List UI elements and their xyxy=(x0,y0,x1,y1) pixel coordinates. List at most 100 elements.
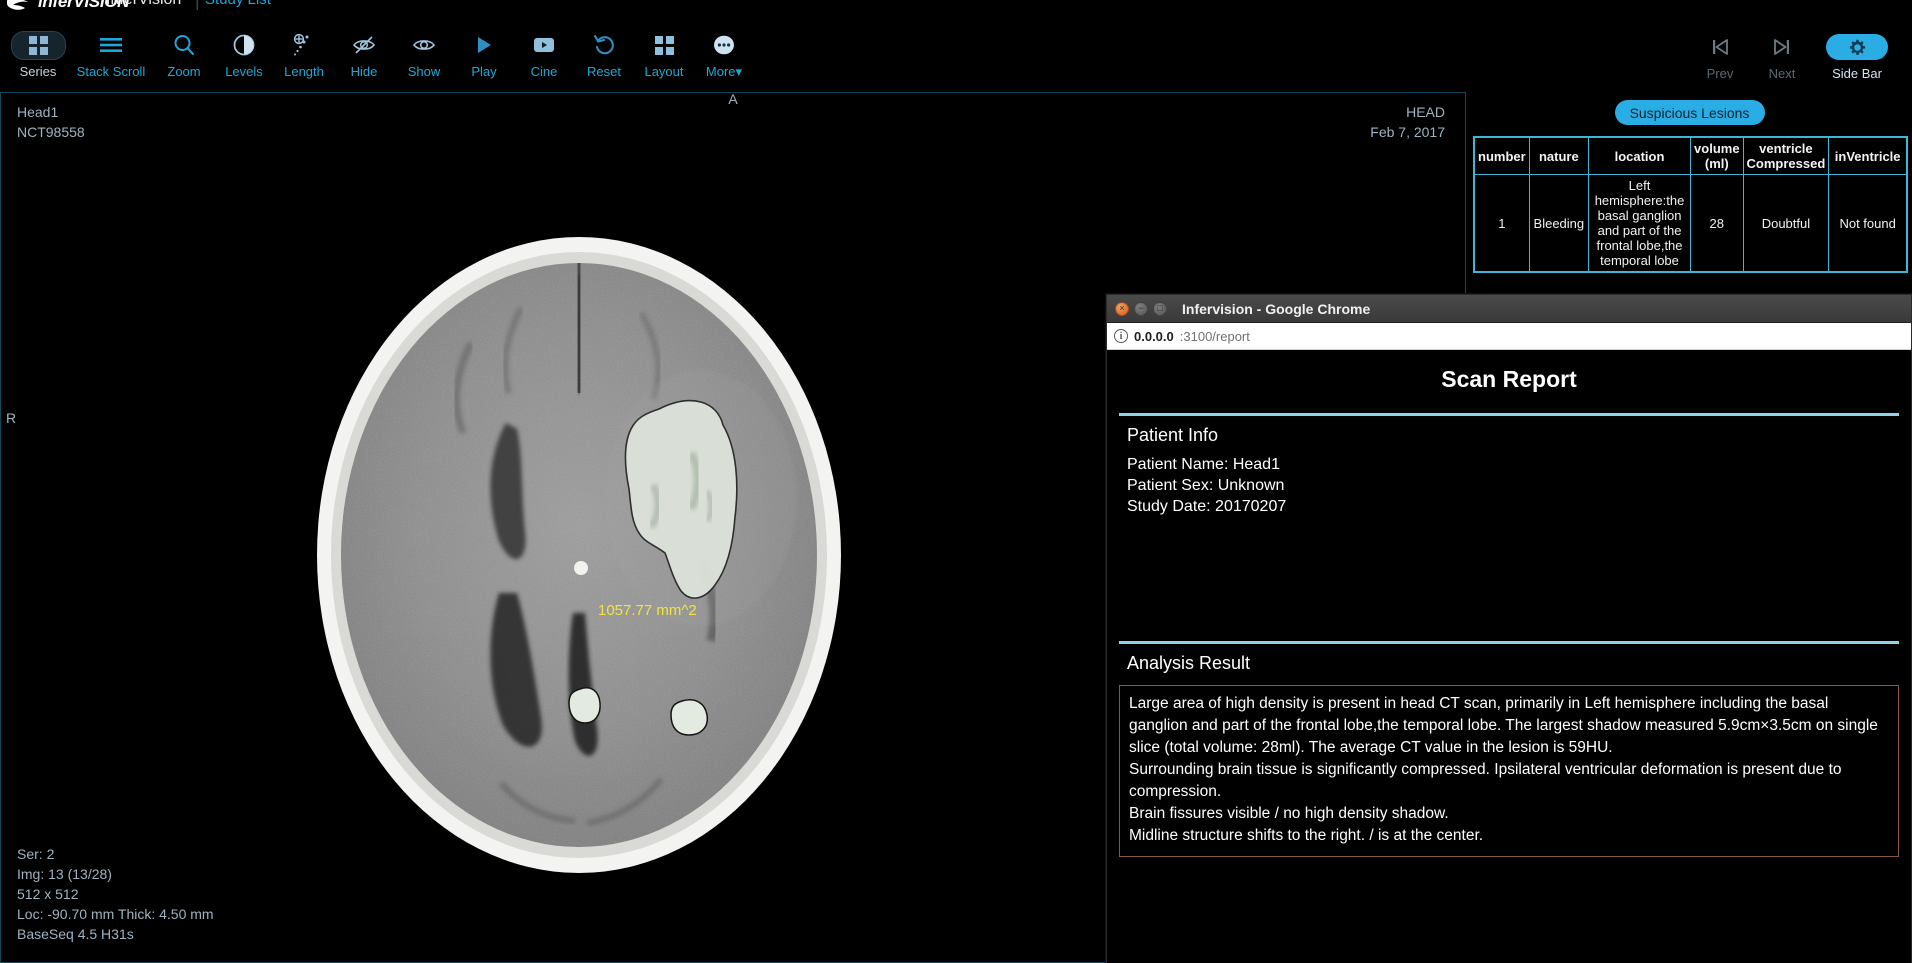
tool-cine[interactable]: Cine xyxy=(514,24,574,79)
tool-layout-glyph xyxy=(654,30,675,60)
chrome-url-bar[interactable]: i 0.0.0.0:3100/report xyxy=(1107,323,1911,350)
nav-study-list[interactable]: Study List xyxy=(205,0,271,8)
play-icon xyxy=(473,34,495,56)
tool-series-glyph xyxy=(11,30,66,60)
tool-play-label: Play xyxy=(471,64,496,79)
brand-separator: | xyxy=(195,0,200,11)
tool-play[interactable]: Play xyxy=(454,24,514,79)
ellipsis-icon xyxy=(712,34,736,56)
button-side-bar[interactable]: Side Bar xyxy=(1814,26,1900,81)
tool-hide[interactable]: Hide xyxy=(334,24,394,79)
button-side-bar-label: Side Bar xyxy=(1832,66,1882,81)
skip-previous-icon xyxy=(1709,36,1731,58)
overlay-accession: NCT98558 xyxy=(17,122,85,142)
cell-in-ventricle: Not found xyxy=(1829,175,1907,273)
patient-name-line: Patient Name: Head1 xyxy=(1119,454,1899,475)
col-header-location: location xyxy=(1589,137,1691,175)
col-header-number: number xyxy=(1474,137,1529,175)
analysis-paragraph-2: Surrounding brain tissue is significantl… xyxy=(1129,759,1889,803)
overlay-study-date: Feb 7, 2017 xyxy=(1370,122,1445,142)
col-header-in-ventricle: inVentricle xyxy=(1829,137,1907,175)
patient-info-heading: Patient Info xyxy=(1119,416,1899,454)
skip-next-icon xyxy=(1771,36,1793,58)
col-header-ventricle-compressed: ventricle Compressed xyxy=(1743,137,1829,175)
overlay-body-part: HEAD xyxy=(1370,102,1445,122)
tool-stack-scroll-label: Stack Scroll xyxy=(77,64,146,79)
tool-reset-glyph xyxy=(592,30,616,60)
tool-stack-scroll[interactable]: Stack Scroll xyxy=(68,24,154,79)
analysis-paragraph-3: Brain fissures visible / no high density… xyxy=(1129,803,1889,825)
col-header-nature: nature xyxy=(1529,137,1588,175)
cell-ventricle-compressed: Doubtful xyxy=(1743,175,1829,273)
button-next[interactable]: Next xyxy=(1752,26,1812,81)
ruler-dots-icon xyxy=(291,32,317,58)
overlay-matrix: 512 x 512 xyxy=(17,884,214,904)
overlay-study: HEAD Feb 7, 2017 xyxy=(1370,102,1445,142)
col-header-volume-line2: (ml) xyxy=(1705,156,1729,171)
report-spacer xyxy=(1119,517,1899,635)
info-circle-icon[interactable]: i xyxy=(1114,329,1128,343)
brand-bar: inferVISION InferVision | Study List xyxy=(0,0,1912,22)
chrome-window-title: Infervision - Google Chrome xyxy=(1182,301,1370,317)
hamburger-icon xyxy=(98,35,124,55)
suspicious-lesions-table: number nature location volume (ml) ventr… xyxy=(1473,136,1908,273)
cell-volume: 28 xyxy=(1691,175,1744,273)
grid-icon xyxy=(28,35,49,56)
button-side-bar-glyph xyxy=(1826,32,1888,62)
overlay-patient: Head1 NCT98558 xyxy=(17,102,85,142)
tool-series-label: Series xyxy=(20,64,57,79)
tool-levels[interactable]: Levels xyxy=(214,24,274,79)
button-prev[interactable]: Prev xyxy=(1690,26,1750,81)
overlay-protocol: BaseSeq 4.5 H31s xyxy=(17,924,214,944)
button-prev-label: Prev xyxy=(1707,66,1734,81)
patient-sex-line: Patient Sex: Unknown xyxy=(1119,475,1899,496)
toolbar-right-group: Prev Next xyxy=(1690,26,1900,81)
orientation-marker-anterior: A xyxy=(1,92,1465,109)
gear-icon xyxy=(1849,39,1866,56)
tool-reset-label: Reset xyxy=(587,64,621,79)
eye-slash-icon xyxy=(351,34,377,56)
cell-location: Left hemisphere:the basal ganglion and p… xyxy=(1589,175,1691,273)
table-body: 1 Bleeding Left hemisphere:the basal gan… xyxy=(1474,175,1907,273)
minimize-icon[interactable]: − xyxy=(1134,302,1148,316)
contrast-icon xyxy=(232,33,256,57)
col-header-volume-line1: volume xyxy=(1694,141,1740,156)
tool-levels-label: Levels xyxy=(225,64,263,79)
study-date-line: Study Date: 20170207 xyxy=(1119,496,1899,517)
url-path: :3100/report xyxy=(1180,329,1250,344)
tool-layout[interactable]: Layout xyxy=(634,24,694,79)
tool-layout-label: Layout xyxy=(644,64,683,79)
table-row[interactable]: 1 Bleeding Left hemisphere:the basal gan… xyxy=(1474,175,1907,273)
toolbar-tool-group: Series Stack Scroll xyxy=(8,24,754,80)
tool-more-glyph xyxy=(712,30,736,60)
analysis-result-heading: Analysis Result xyxy=(1119,644,1899,682)
tool-length-label: Length xyxy=(284,64,324,79)
chrome-title-bar[interactable]: × − □ Infervision - Google Chrome xyxy=(1107,295,1911,323)
layout-grid-icon xyxy=(654,35,675,56)
close-icon[interactable]: × xyxy=(1115,302,1129,316)
orientation-marker-right: R xyxy=(6,408,16,428)
undo-icon xyxy=(592,33,616,57)
suspicious-lesions-chip[interactable]: Suspicious Lesions xyxy=(1615,100,1765,125)
toolbar: Series Stack Scroll xyxy=(0,22,1912,92)
tool-reset[interactable]: Reset xyxy=(574,24,634,79)
eye-icon xyxy=(411,34,437,56)
analysis-result-box[interactable]: Large area of high density is present in… xyxy=(1119,685,1899,857)
cell-nature: Bleeding xyxy=(1529,175,1588,273)
tool-length-glyph xyxy=(291,30,317,60)
button-next-label: Next xyxy=(1769,66,1796,81)
tool-length[interactable]: Length xyxy=(274,24,334,79)
overlay-series: Ser: 2 xyxy=(17,844,214,864)
tool-series[interactable]: Series xyxy=(8,24,68,79)
tool-hide-label: Hide xyxy=(351,64,378,79)
chrome-window[interactable]: × − □ Infervision - Google Chrome i 0.0.… xyxy=(1106,294,1912,963)
measurement-label: 1057.77 mm^2 xyxy=(598,602,697,619)
tool-zoom[interactable]: Zoom xyxy=(154,24,214,79)
button-next-glyph xyxy=(1771,32,1793,62)
maximize-icon[interactable]: □ xyxy=(1153,302,1167,316)
tool-more[interactable]: More▾ xyxy=(694,24,754,80)
tool-show[interactable]: Show xyxy=(394,24,454,79)
table-header-row: number nature location volume (ml) ventr… xyxy=(1474,137,1907,175)
app-name: InferVision xyxy=(106,0,181,9)
infervision-swoosh-logo xyxy=(6,0,32,12)
